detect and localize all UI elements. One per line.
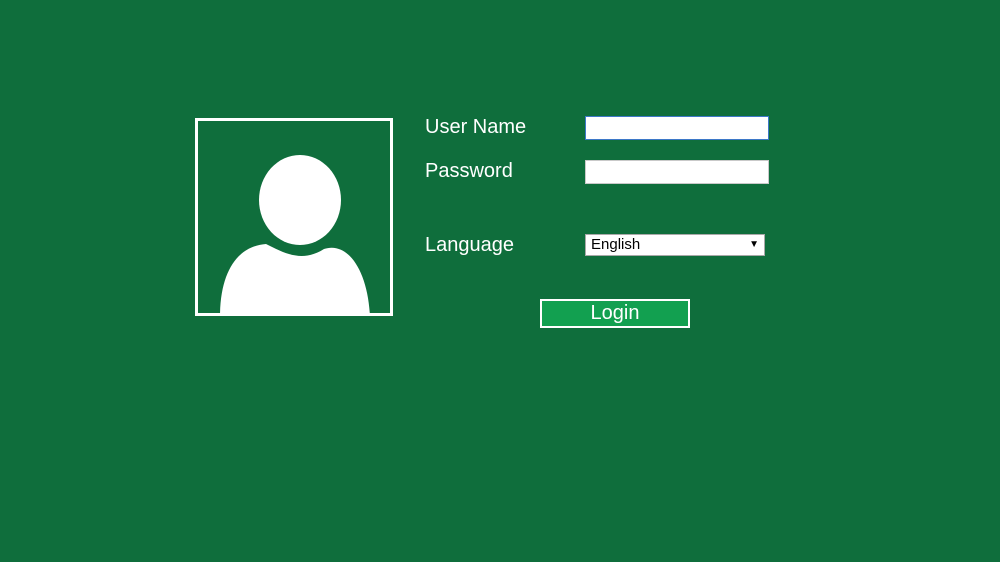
language-select-value: English	[591, 236, 641, 253]
avatar-frame	[195, 118, 393, 316]
username-input[interactable]	[585, 116, 769, 140]
language-select[interactable]: English ▼	[585, 234, 765, 256]
user-silhouette-icon	[220, 155, 370, 313]
username-label: User Name	[425, 116, 527, 138]
login-button[interactable]: Login	[540, 299, 690, 328]
language-label: Language	[425, 234, 514, 256]
password-label: Password	[425, 160, 513, 182]
chevron-down-icon: ▼	[749, 239, 759, 250]
password-input[interactable]	[585, 160, 769, 184]
